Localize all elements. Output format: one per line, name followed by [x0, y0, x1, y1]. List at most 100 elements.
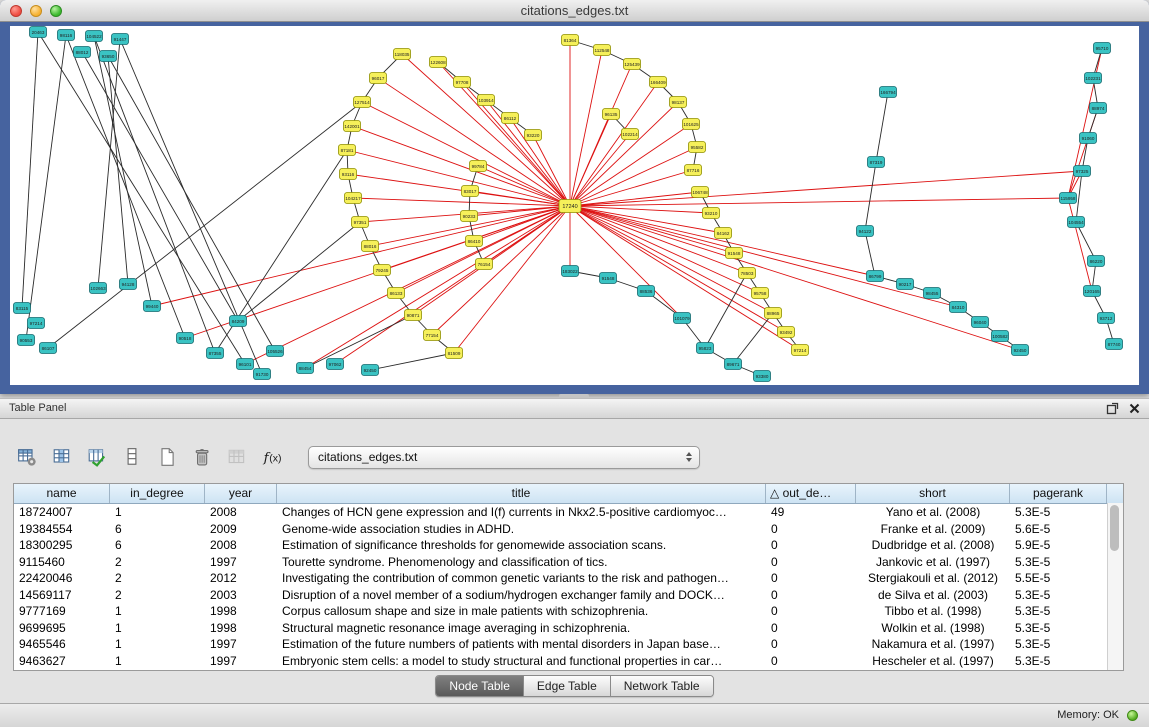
graph-node[interactable]: 95758: [752, 288, 769, 299]
row-icon[interactable]: [119, 444, 145, 470]
graph-node[interactable]: 83115: [14, 303, 31, 314]
graph-node[interactable]: 17240: [559, 200, 581, 213]
graph-node[interactable]: 92450: [362, 365, 379, 376]
graph-node[interactable]: 86112: [502, 113, 519, 124]
graph-node[interactable]: 87740: [1106, 339, 1123, 350]
graph-node[interactable]: 102231: [1085, 73, 1102, 84]
graph-node[interactable]: 127514: [354, 97, 371, 108]
graph-node[interactable]: 84162: [715, 228, 732, 239]
graph-node[interactable]: 90871: [405, 310, 422, 321]
graph-node[interactable]: 87355: [207, 348, 224, 359]
scrollbar-thumb[interactable]: [1110, 505, 1119, 551]
column-header-year[interactable]: year: [205, 484, 277, 503]
table-row[interactable]: 1830029562008Estimation of significance …: [14, 537, 1123, 554]
graph-node[interactable]: 91730: [254, 369, 271, 380]
graph-node[interactable]: 97325: [1074, 166, 1091, 177]
graph-node[interactable]: 93220: [525, 130, 542, 141]
column-header-in_degree[interactable]: in_degree: [110, 484, 205, 503]
table-row[interactable]: 969969511998Structural magnetic resonanc…: [14, 620, 1123, 637]
column-edit-icon[interactable]: [49, 444, 75, 470]
graph-node[interactable]: 93712: [1098, 313, 1115, 324]
close-button[interactable]: [10, 5, 22, 17]
graph-node[interactable]: 104217: [345, 193, 362, 204]
column-header-title[interactable]: title: [277, 484, 766, 503]
tab-network-table[interactable]: Network Table: [611, 676, 713, 696]
graph-node[interactable]: 97708: [454, 77, 471, 88]
graph-node[interactable]: 88016: [362, 241, 379, 252]
table-row[interactable]: 1938455462009Genome-wide association stu…: [14, 521, 1123, 538]
import-table-icon[interactable]: [84, 444, 110, 470]
graph-node[interactable]: 91548: [600, 273, 617, 284]
new-document-icon[interactable]: [154, 444, 180, 470]
graph-node[interactable]: 104522: [86, 31, 103, 42]
minimize-button[interactable]: [30, 5, 42, 17]
vertical-scrollbar[interactable]: [1107, 503, 1123, 670]
graph-node[interactable]: 83017: [462, 186, 479, 197]
tab-node-table[interactable]: Node Table: [436, 676, 524, 696]
graph-node[interactable]: 84209: [230, 316, 247, 327]
graph-node[interactable]: 97214: [28, 318, 45, 329]
graph-node[interactable]: 120165: [1084, 286, 1101, 297]
graph-node[interactable]: 86410: [466, 236, 483, 247]
graph-node[interactable]: 118035: [394, 49, 411, 60]
graph-node[interactable]: 95710: [1094, 43, 1111, 54]
column-header-name[interactable]: name: [14, 484, 110, 503]
table-selector-dropdown[interactable]: citations_edges.txt: [308, 446, 700, 469]
graph-node[interactable]: 88965: [765, 308, 782, 319]
graph-node[interactable]: 99440: [144, 301, 161, 312]
table-row[interactable]: 977716911998Corpus callosum shape and si…: [14, 603, 1123, 620]
graph-node[interactable]: 102663: [90, 283, 107, 294]
citation-network-graph[interactable]: 1724011803596017127514142001871819311610…: [10, 26, 1139, 385]
graph-node[interactable]: 101079: [674, 313, 691, 324]
graph-node[interactable]: 88974: [1090, 103, 1107, 114]
graph-node[interactable]: 90518: [177, 333, 194, 344]
graph-node[interactable]: 94128: [120, 279, 137, 290]
delete-icon[interactable]: [189, 444, 215, 470]
graph-node[interactable]: 88454: [297, 363, 314, 374]
column-header-pagerank[interactable]: pagerank: [1010, 484, 1107, 503]
table-row[interactable]: 1872400712008Changes of HCN gene express…: [14, 504, 1123, 521]
graph-node[interactable]: 77154: [424, 330, 441, 341]
graph-node[interactable]: 95823: [697, 343, 714, 354]
function-builder-icon[interactable]: f(x): [259, 444, 285, 470]
graph-node[interactable]: 93116: [340, 169, 357, 180]
table-row[interactable]: 946362711997Embryonic stem cells: a mode…: [14, 653, 1123, 670]
graph-node[interactable]: 98455: [924, 288, 941, 299]
graph-node[interactable]: 86799: [867, 271, 884, 282]
graph-node[interactable]: 101625: [683, 119, 700, 130]
graph-node[interactable]: 78503: [739, 268, 756, 279]
graph-node[interactable]: 96017: [370, 73, 387, 84]
graph-node[interactable]: 87319: [868, 157, 885, 168]
close-panel-icon[interactable]: [1129, 403, 1140, 414]
graph-node[interactable]: 93210: [703, 208, 720, 219]
graph-node[interactable]: 86107: [40, 343, 57, 354]
graph-node[interactable]: 106748: [692, 187, 709, 198]
tab-edge-table[interactable]: Edge Table: [524, 676, 611, 696]
graph-node[interactable]: 142001: [344, 121, 361, 132]
graph-node[interactable]: 96101: [237, 359, 254, 370]
graph-node[interactable]: 90233: [461, 211, 478, 222]
table-row[interactable]: 2242004622012Investigating the contribut…: [14, 570, 1123, 587]
graph-node[interactable]: 91548: [726, 248, 743, 259]
graph-node[interactable]: 166794: [880, 87, 897, 98]
graph-node[interactable]: 102214: [622, 129, 639, 140]
graph-node[interactable]: 90217: [897, 279, 914, 290]
graph-node[interactable]: 103914: [478, 95, 495, 106]
graph-node[interactable]: 91060: [1080, 133, 1097, 144]
graph-node[interactable]: 125439: [624, 59, 641, 70]
graph-node[interactable]: 99784: [470, 161, 487, 172]
graph-node[interactable]: 166409: [650, 77, 667, 88]
graph-node[interactable]: 86133: [388, 288, 405, 299]
graph-node[interactable]: 112548: [594, 45, 611, 56]
zoom-button[interactable]: [50, 5, 62, 17]
graph-node[interactable]: 183022: [562, 266, 579, 277]
graph-node[interactable]: 88012: [74, 47, 91, 58]
graph-node[interactable]: 96135: [603, 109, 620, 120]
graph-node[interactable]: 79245: [374, 265, 391, 276]
graph-node[interactable]: 94122: [857, 226, 874, 237]
graph-node[interactable]: 97062: [327, 359, 344, 370]
graph-node[interactable]: 98137: [670, 97, 687, 108]
graph-node[interactable]: 88536: [638, 286, 655, 297]
graph-node[interactable]: 89671: [725, 359, 742, 370]
graph-node[interactable]: 96040: [972, 317, 989, 328]
